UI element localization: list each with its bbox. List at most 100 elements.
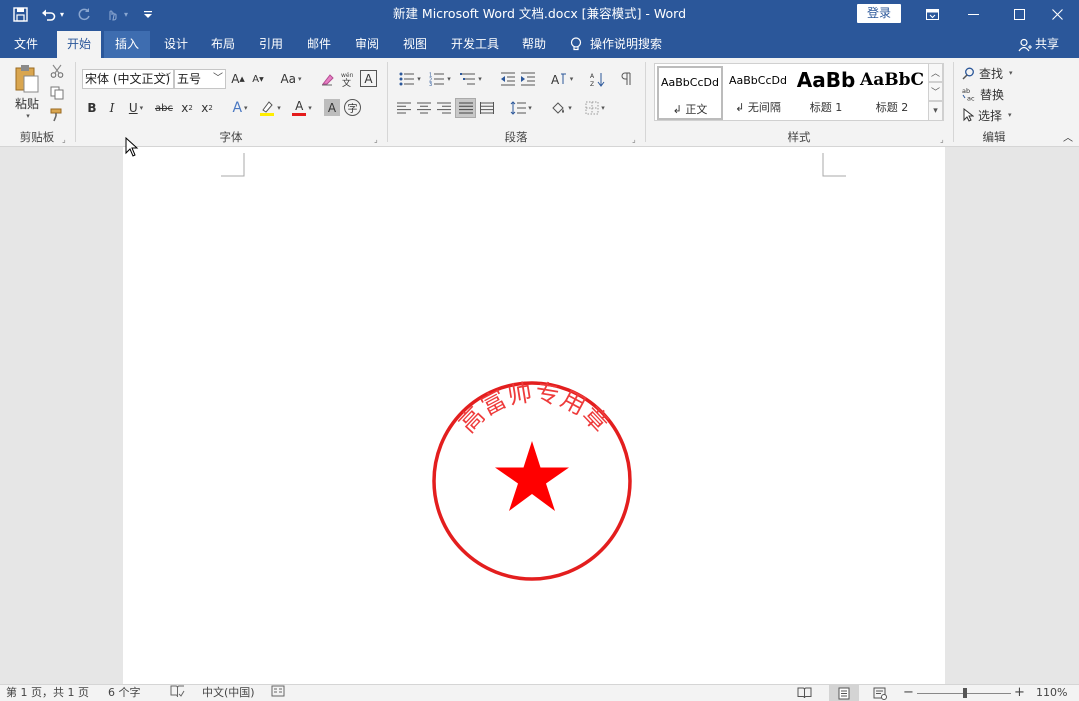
style-heading-1[interactable]: AaBb 标题 1 [793, 66, 859, 120]
undo-icon[interactable] [36, 2, 60, 26]
align-left-icon[interactable] [394, 98, 414, 118]
shrink-font-button[interactable]: A ▼ [250, 69, 266, 89]
tab-design[interactable]: 设计 [154, 31, 198, 58]
editing-group-label: 编辑 [982, 130, 1006, 144]
language-indicator[interactable]: 中文(中国) [202, 685, 255, 701]
share-button[interactable]: 共享 [1018, 31, 1059, 58]
font-color-swatch: A [292, 100, 307, 116]
styles-launcher-icon[interactable]: ⌟ [940, 135, 949, 144]
replace-button[interactable]: ab ac 替换 [962, 85, 1026, 103]
highlight-color-button[interactable]: ▾ [256, 98, 284, 118]
touch-mode-dropdown-icon[interactable]: ▾ [124, 10, 128, 19]
underline-button[interactable]: U ▾ [124, 98, 148, 118]
ribbon: 粘贴 ▾ 剪贴板 ⌟ 宋体 (中文正文) ﹀ 五号 ﹀ A▲ A▼ Aa▾ [0, 58, 1079, 147]
sort-icon[interactable]: AZ [588, 69, 608, 89]
gallery-up-icon[interactable]: ︿ [928, 63, 943, 82]
align-right-icon[interactable] [434, 98, 454, 118]
word-count[interactable]: 6 个字 [108, 685, 141, 701]
style-no-spacing[interactable]: AaBbCcDd ↲ 无间隔 [725, 66, 791, 120]
multilevel-list-button[interactable]: ▾ [456, 69, 486, 89]
clear-formatting-icon[interactable] [318, 69, 336, 89]
character-shading-button[interactable]: A [324, 99, 340, 116]
font-size-combo[interactable]: 五号 ﹀ [174, 69, 226, 89]
distributed-icon[interactable] [477, 98, 497, 118]
paste-dropdown-icon[interactable]: ▾ [26, 112, 30, 120]
login-button[interactable]: 登录 [857, 4, 901, 23]
dropdown-icon: ▾ [1008, 111, 1012, 119]
close-icon[interactable] [1035, 0, 1079, 28]
increase-indent-icon[interactable] [518, 69, 538, 89]
tell-me-search[interactable]: 操作说明搜索 [570, 31, 662, 58]
tab-help[interactable]: 帮助 [512, 31, 556, 58]
paste-button[interactable]: 粘贴 ▾ [8, 62, 46, 122]
text-effects-button[interactable]: A ▾ [226, 98, 254, 118]
justify-icon[interactable] [455, 98, 476, 118]
character-border-button[interactable]: A [360, 70, 377, 87]
phonetic-guide-icon[interactable]: wén 文 [338, 69, 358, 89]
gallery-down-icon[interactable]: ﹀ [928, 82, 943, 101]
tab-home[interactable]: 开始 [57, 31, 101, 58]
cut-icon[interactable] [47, 62, 67, 80]
show-marks-icon[interactable] [616, 69, 636, 89]
find-button[interactable]: 查找 ▾ [962, 64, 1026, 82]
bullets-button[interactable]: ▾ [396, 69, 424, 89]
italic-button[interactable]: I [104, 98, 120, 118]
tab-developer[interactable]: 开发工具 [443, 31, 507, 58]
web-layout-icon[interactable] [868, 685, 892, 701]
read-mode-icon[interactable] [792, 685, 816, 701]
strikethrough-button[interactable]: abc [152, 98, 176, 118]
shading-button[interactable]: ▾ [546, 98, 576, 118]
subscript-button[interactable]: x2 [178, 98, 196, 118]
style-normal[interactable]: AaBbCcDd ↲ 正文 [657, 66, 723, 120]
print-layout-icon[interactable] [829, 685, 859, 701]
paragraph-launcher-icon[interactable]: ⌟ [632, 135, 641, 144]
style-heading-2[interactable]: AaBbC 标题 2 [859, 66, 925, 120]
undo-dropdown-icon[interactable]: ▾ [60, 10, 64, 19]
ribbon-display-options-icon[interactable] [910, 0, 954, 28]
numbering-button[interactable]: 123 ▾ [426, 69, 454, 89]
superscript-button[interactable]: x2 [198, 98, 216, 118]
clipboard-launcher-icon[interactable]: ⌟ [62, 135, 71, 144]
paste-label: 粘贴 [14, 97, 39, 111]
zoom-in-icon[interactable]: + [1014, 685, 1025, 701]
font-color-button[interactable]: A ▾ [288, 98, 316, 118]
bold-button[interactable]: B [84, 98, 100, 118]
quick-access-toolbar: ▾ ▾ [8, 0, 160, 28]
asian-layout-button[interactable]: A ▾ [548, 69, 576, 89]
tab-references[interactable]: 引用 [249, 31, 293, 58]
zoom-level[interactable]: 110% [1036, 685, 1067, 701]
change-case-button[interactable]: Aa ▾ [276, 69, 306, 89]
page-count[interactable]: 第 1 页，共 1 页 [6, 685, 89, 701]
gallery-more-icon[interactable]: ▾ [928, 101, 943, 121]
minimize-icon[interactable] [951, 0, 995, 28]
svg-text:A: A [590, 73, 595, 80]
line-spacing-button[interactable]: ▾ [506, 98, 536, 118]
borders-button[interactable]: ▾ [580, 98, 610, 118]
font-launcher-icon[interactable]: ⌟ [374, 135, 383, 144]
tab-mailings[interactable]: 邮件 [297, 31, 341, 58]
tab-view[interactable]: 视图 [393, 31, 437, 58]
macro-icon[interactable] [271, 685, 285, 701]
redo-icon[interactable] [72, 2, 96, 26]
proofing-icon[interactable] [170, 685, 185, 701]
font-name-combo[interactable]: 宋体 (中文正文) ﹀ [82, 69, 174, 89]
align-center-icon[interactable] [414, 98, 434, 118]
format-painter-icon[interactable] [47, 106, 67, 124]
enclose-characters-button[interactable]: 字 [344, 99, 361, 116]
zoom-out-icon[interactable]: − [903, 685, 914, 701]
touch-mode-icon[interactable] [100, 2, 124, 26]
tab-insert[interactable]: 插入 [104, 31, 150, 58]
select-button[interactable]: 选择 ▾ [962, 106, 1026, 124]
collapse-ribbon-icon[interactable]: ︿ [1062, 130, 1074, 144]
tab-review[interactable]: 审阅 [345, 31, 389, 58]
zoom-slider-thumb[interactable] [963, 688, 967, 698]
customize-toolbar-icon[interactable] [136, 2, 160, 26]
document-workspace[interactable]: 高富帅专用章 [0, 136, 1079, 684]
save-icon[interactable] [8, 2, 32, 26]
tab-file[interactable]: 文件 [4, 31, 48, 58]
tab-layout[interactable]: 布局 [201, 31, 245, 58]
grow-font-button[interactable]: A ▲ [230, 69, 246, 89]
seal-stamp[interactable]: 高富帅专用章 [429, 378, 634, 583]
decrease-indent-icon[interactable] [498, 69, 518, 89]
copy-icon[interactable] [47, 84, 67, 102]
